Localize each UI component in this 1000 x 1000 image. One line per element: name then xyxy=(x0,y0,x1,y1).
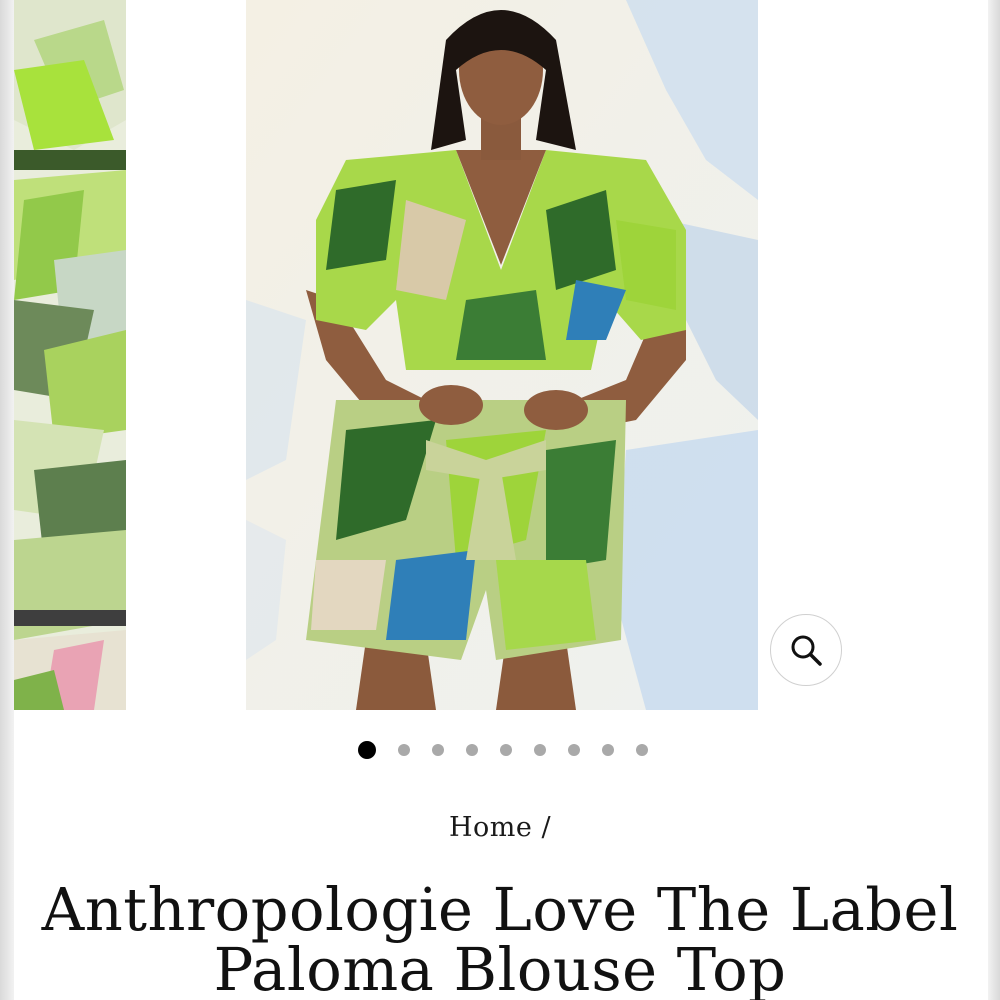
breadcrumb: Home / xyxy=(0,812,1000,843)
product-page: Home / Anthropologie Love The Label Palo… xyxy=(0,0,1000,1000)
fabric-closeup-image xyxy=(14,0,126,710)
zoom-button[interactable] xyxy=(770,614,842,686)
pagination-dot[interactable] xyxy=(500,744,512,756)
breadcrumb-home-link[interactable]: Home xyxy=(449,812,532,843)
main-product-image[interactable] xyxy=(246,0,758,710)
model-photo xyxy=(246,0,758,710)
breadcrumb-separator: / xyxy=(541,812,552,843)
pagination-dot[interactable] xyxy=(398,744,410,756)
pagination-dot[interactable] xyxy=(568,744,580,756)
left-edge-shadow xyxy=(0,0,14,1000)
pagination-dot[interactable] xyxy=(466,744,478,756)
pagination-dot[interactable] xyxy=(602,744,614,756)
pagination-dot[interactable] xyxy=(636,744,648,756)
pagination-dot[interactable] xyxy=(432,744,444,756)
previous-slide-image[interactable] xyxy=(14,0,126,710)
product-title: Anthropologie Love The Label Paloma Blou… xyxy=(41,875,959,1000)
pagination-dot-active[interactable] xyxy=(358,741,376,759)
search-icon xyxy=(791,635,822,666)
pagination-dot[interactable] xyxy=(534,744,546,756)
right-edge-shadow xyxy=(988,0,1000,1000)
pagination-dots xyxy=(358,741,648,759)
slide-pagination xyxy=(0,740,1000,760)
